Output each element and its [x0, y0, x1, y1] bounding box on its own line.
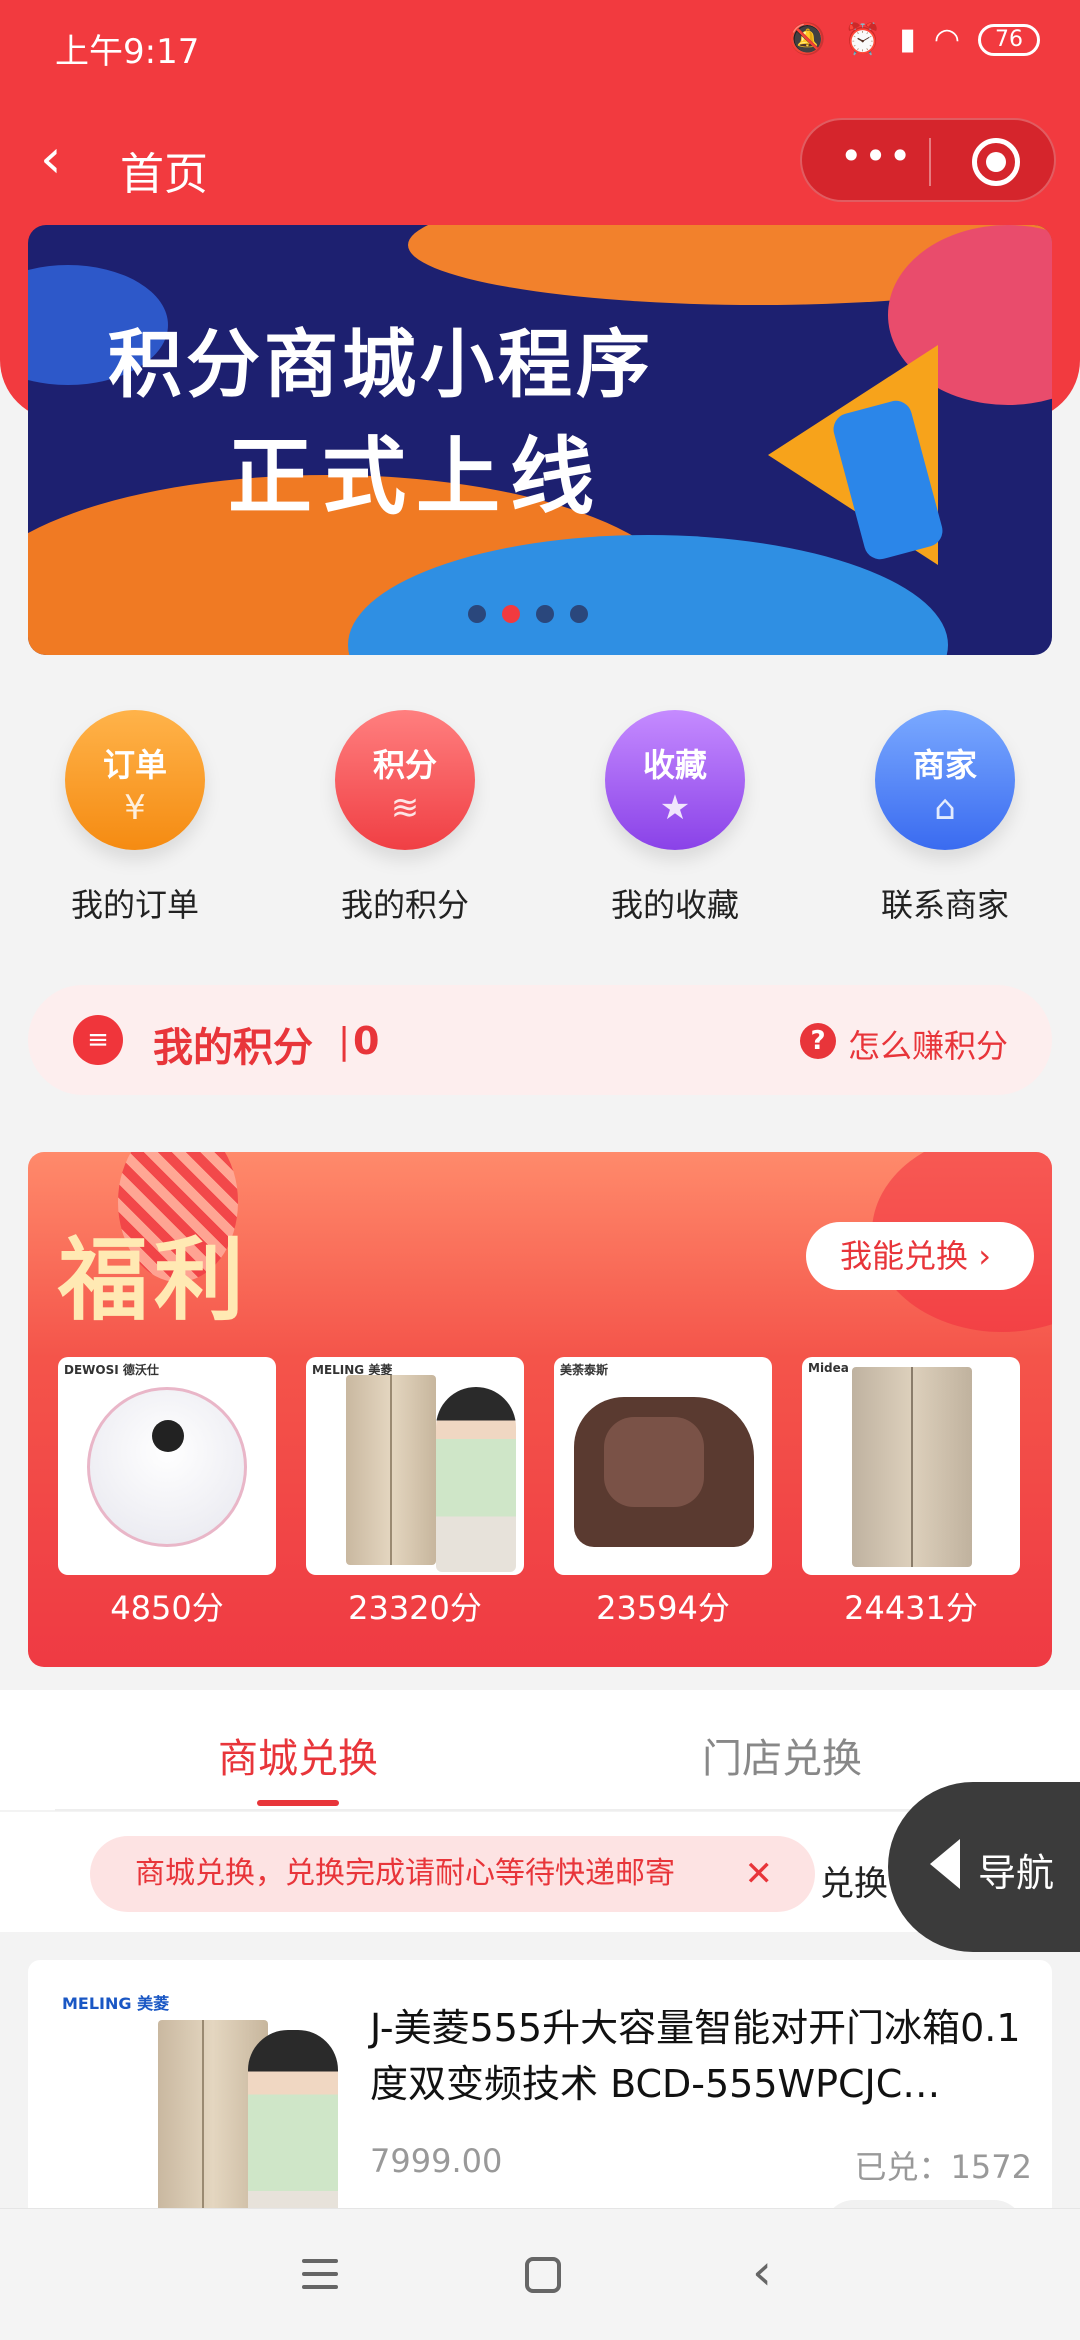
welfare-product[interactable]: Midea 24431分	[802, 1357, 1020, 1629]
status-bar: 上午9:17 🔕 ⏰ ▮ ◠ 76	[0, 0, 1080, 90]
fridge-image	[346, 1375, 436, 1565]
quick-actions: 订单 ¥ 我的订单 积分 ≋ 我的积分 收藏 ★ 我的收藏 商家 ⌂ 联系商家	[0, 710, 1080, 940]
menu-icon[interactable]	[302, 2259, 338, 2298]
system-navigation-bar: ‹	[0, 2208, 1080, 2340]
promo-banner[interactable]: 积分商城小程序 正式上线	[28, 225, 1052, 655]
welfare-products: DEWOSI 德沃仕 4850分 MELING 美菱 23320分 美荼泰斯 2…	[58, 1357, 1028, 1647]
miniprogram-capsule: •••	[800, 118, 1056, 202]
model-image	[436, 1387, 516, 1572]
product-points-price: 4850分	[110, 1589, 224, 1627]
tab-mall-exchange[interactable]: 商城兑换	[218, 1726, 378, 1784]
product-image: MELING 美菱	[306, 1357, 524, 1575]
tab-store-exchange[interactable]: 门店兑换	[702, 1726, 862, 1784]
page-title: 首页	[120, 149, 208, 200]
floating-nav-button[interactable]: 导航	[888, 1782, 1080, 1952]
quick-action-orders[interactable]: 订单 ¥ 我的订单	[0, 710, 270, 926]
status-icons: 🔕 ⏰ ▮ ◠ 76	[789, 22, 1040, 57]
triangle-left-icon	[930, 1839, 960, 1889]
alarm-icon: ⏰	[843, 22, 882, 57]
active-tab-indicator	[257, 1800, 339, 1806]
sort-by-exchange[interactable]: 兑换	[820, 1856, 888, 1905]
signal-icon: ▮	[899, 22, 916, 57]
banner-title-line1: 积分商城小程序	[108, 322, 654, 408]
home-icon[interactable]	[525, 2257, 561, 2293]
notice-toast: 商城兑换，兑换完成请耐心等待快递邮寄 ✕	[90, 1836, 815, 1912]
tab-divider	[55, 1809, 1055, 1811]
quick-action-label: 我的订单	[70, 886, 199, 924]
product-image: DEWOSI 德沃仕	[58, 1357, 276, 1575]
coin-stack-icon: ≡	[73, 1015, 123, 1065]
navigation-bar: ‹ 首页 •••	[0, 110, 1080, 210]
back-icon[interactable]: ‹	[752, 2247, 772, 2297]
welfare-title: 福利	[58, 1228, 250, 1333]
question-icon[interactable]: ?	[800, 1023, 836, 1059]
chevron-left-icon[interactable]: ‹	[40, 132, 62, 186]
welfare-section: 福利 我能兑换 › DEWOSI 德沃仕 4850分 MELING 美菱 233…	[28, 1152, 1052, 1667]
product-price: 7999.00	[370, 2142, 503, 2180]
quick-action-label: 我的积分	[340, 886, 469, 924]
points-summary-bar: ≡ 我的积分 | 0 ? 怎么赚积分	[28, 985, 1052, 1095]
star-icon: 收藏 ★	[605, 710, 745, 850]
points-value: 0	[353, 1019, 380, 1063]
banner-dot[interactable]	[570, 605, 588, 623]
can-redeem-button[interactable]: 我能兑换 ›	[806, 1222, 1034, 1290]
massage-chair-image	[574, 1397, 754, 1547]
redeemed-count: 已兑：1572	[854, 2148, 1032, 2186]
coins-icon: 积分 ≋	[335, 710, 475, 850]
more-dots-icon[interactable]: •••	[840, 134, 913, 178]
banner-dot[interactable]	[468, 605, 486, 623]
points-label: 我的积分	[153, 1025, 313, 1071]
how-to-earn-link[interactable]: 怎么赚积分	[848, 1021, 1008, 1067]
battery-indicator: 76	[978, 23, 1040, 56]
floating-nav-label: 导航	[978, 1851, 1055, 1895]
banner-dot-active[interactable]	[502, 605, 520, 623]
exchange-tabs: 商城兑换 门店兑换	[0, 1690, 1080, 1811]
chevron-right-icon: ›	[978, 1237, 991, 1275]
welfare-product[interactable]: MELING 美菱 23320分	[306, 1357, 524, 1629]
quick-action-label: 我的收藏	[610, 886, 739, 924]
welfare-product[interactable]: 美荼泰斯 23594分	[554, 1357, 772, 1629]
close-icon[interactable]: ✕	[745, 1836, 774, 1912]
product-title: J-美菱555升大容量智能对开门冰箱0.1度双变频技术 BCD-555WPCJC…	[370, 2006, 1021, 2106]
product-points-price: 23594分	[596, 1589, 730, 1627]
banner-dot[interactable]	[536, 605, 554, 623]
fridge-image	[852, 1367, 972, 1567]
points-separator: |	[338, 1021, 351, 1062]
capsule-divider	[929, 138, 931, 186]
product-image: 美荼泰斯	[554, 1357, 772, 1575]
banner-title-line2: 正式上线	[228, 428, 605, 526]
welfare-product[interactable]: DEWOSI 德沃仕 4850分	[58, 1357, 276, 1629]
product-points-price: 23320分	[348, 1589, 482, 1627]
target-circle-icon[interactable]	[972, 138, 1020, 186]
robot-vacuum-image	[87, 1387, 247, 1547]
banner-pagination	[468, 605, 588, 623]
store-icon: 商家 ⌂	[875, 710, 1015, 850]
product-image: Midea	[802, 1357, 1020, 1575]
status-time: 上午9:17	[55, 32, 200, 72]
notice-text: 商城兑换，兑换完成请耐心等待快递邮寄	[135, 1856, 675, 1891]
bell-muted-icon: 🔕	[788, 22, 826, 57]
wifi-icon: ◠	[933, 22, 960, 57]
product-points-price: 24431分	[844, 1589, 978, 1627]
quick-action-label: 联系商家	[880, 886, 1009, 924]
quick-action-favorites[interactable]: 收藏 ★ 我的收藏	[540, 710, 810, 926]
quick-action-points[interactable]: 积分 ≋ 我的积分	[270, 710, 540, 926]
quick-action-contact-merchant[interactable]: 商家 ⌂ 联系商家	[810, 710, 1080, 926]
orders-icon: 订单 ¥	[65, 710, 205, 850]
